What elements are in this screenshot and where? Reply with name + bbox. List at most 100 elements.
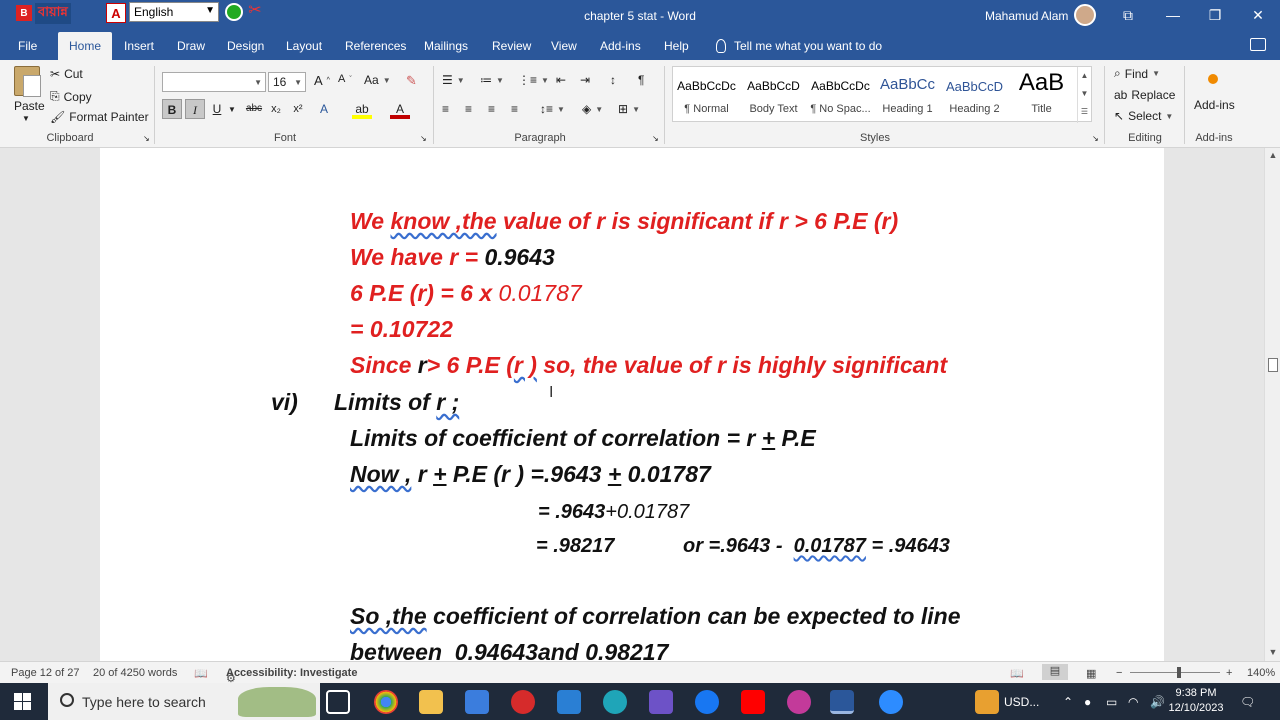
style-body-text[interactable]: AaBbCcD Body Text: [740, 67, 807, 123]
notifications-icon[interactable]: 🗨: [1240, 695, 1255, 709]
tab-design[interactable]: Design: [221, 32, 270, 60]
font-color-icon[interactable]: A: [390, 99, 410, 119]
edge-icon[interactable]: [603, 690, 627, 714]
paste-button[interactable]: Paste: [14, 99, 45, 113]
copy-button[interactable]: ⎘ Copy: [50, 89, 92, 104]
zoom-icon[interactable]: [879, 690, 903, 714]
battery-icon[interactable]: ▭: [1106, 695, 1117, 709]
page-count[interactable]: Page 12 of 27: [11, 667, 80, 679]
wifi-icon[interactable]: ◠: [1128, 695, 1138, 709]
sort-icon[interactable]: ↕: [610, 73, 616, 87]
ribbon-display-options-icon[interactable]: ⧉: [1118, 6, 1138, 24]
numbering-icon[interactable]: ≔ ▼: [480, 73, 504, 87]
zoom-out-icon[interactable]: −: [1116, 667, 1122, 679]
align-left-icon[interactable]: ≡: [442, 102, 449, 116]
align-right-icon[interactable]: ≡: [488, 102, 495, 116]
tell-me-search[interactable]: Tell me what you want to do: [716, 39, 882, 53]
web-layout-icon[interactable]: ▦: [1086, 667, 1096, 680]
tab-review[interactable]: Review: [486, 32, 537, 60]
underline-dropdown-icon[interactable]: ▼: [228, 105, 236, 114]
show-formatting-marks-icon[interactable]: ¶: [638, 73, 644, 87]
subscript-icon[interactable]: x₂: [266, 99, 286, 119]
zoom-in-icon[interactable]: +: [1226, 667, 1232, 679]
tray-chevron-icon[interactable]: ⌃: [1063, 695, 1073, 709]
minimize-button[interactable]: —: [1163, 6, 1183, 24]
replace-button[interactable]: ab Replace: [1114, 88, 1175, 102]
read-mode-icon[interactable]: 📖: [1010, 667, 1024, 680]
avatar[interactable]: [1074, 4, 1096, 26]
document-page[interactable]: We know ,the value of r is significant i…: [100, 148, 1164, 661]
vertical-scrollbar[interactable]: ▲ ▼: [1264, 148, 1280, 661]
styles-launcher-icon[interactable]: ↘: [1092, 134, 1099, 143]
clipboard-launcher-icon[interactable]: ↘: [143, 134, 150, 143]
decrease-indent-icon[interactable]: ⇤: [556, 73, 566, 87]
volume-icon[interactable]: 🔊: [1150, 695, 1165, 709]
format-painter-button[interactable]: 🖌 Format Painter: [50, 110, 149, 124]
zoom-slider[interactable]: [1130, 672, 1220, 673]
maximize-button[interactable]: ❐: [1205, 6, 1225, 24]
superscript-icon[interactable]: x²: [288, 99, 308, 119]
taskbar-search[interactable]: Type here to search: [48, 683, 320, 720]
opera-icon[interactable]: [511, 690, 535, 714]
proofing-icon[interactable]: 📖: [194, 667, 208, 680]
store-icon[interactable]: [465, 690, 489, 714]
zoom-slider-thumb[interactable]: [1177, 667, 1181, 678]
scroll-down-icon[interactable]: ▼: [1267, 647, 1279, 659]
chrome-profile-icon[interactable]: [787, 690, 811, 714]
bold-icon[interactable]: B: [162, 99, 182, 119]
youtube-icon[interactable]: [741, 690, 765, 714]
find-button[interactable]: ⌕ Find ▼: [1114, 66, 1160, 81]
tab-mailings[interactable]: Mailings: [418, 32, 474, 60]
grow-font-icon[interactable]: A ^: [314, 73, 330, 88]
facebook-icon[interactable]: [695, 690, 719, 714]
italic-icon[interactable]: I: [185, 99, 205, 119]
highlight-icon[interactable]: ab: [352, 99, 372, 119]
paragraph-launcher-icon[interactable]: ↘: [652, 134, 659, 143]
chrome-icon[interactable]: [374, 690, 398, 714]
windows-start-icon[interactable]: [14, 693, 31, 710]
line-spacing-icon[interactable]: ↕≡ ▼: [540, 102, 565, 116]
app-icon[interactable]: [649, 690, 673, 714]
comments-icon[interactable]: [1250, 38, 1266, 51]
tab-add-ins[interactable]: Add-ins: [594, 32, 647, 60]
mail-icon[interactable]: [557, 690, 581, 714]
change-case-icon[interactable]: Aa ▼: [364, 73, 391, 87]
user-name[interactable]: Mahamud Alam: [985, 9, 1068, 23]
shading-icon[interactable]: ◈ ▼: [582, 102, 603, 116]
clear-formatting-icon[interactable]: ✎: [406, 73, 417, 89]
style-no-spacing[interactable]: AaBbCcDc ¶ No Spac...: [807, 67, 874, 123]
system-clock[interactable]: 9:38 PM 12/10/2023: [1168, 686, 1224, 716]
task-view-icon[interactable]: [326, 690, 350, 714]
bullets-icon[interactable]: ☰ ▼: [442, 73, 465, 87]
add-ins-icon[interactable]: [1208, 74, 1218, 84]
style-title[interactable]: AaB Title: [1008, 67, 1075, 123]
tray-app-icon[interactable]: ●: [1084, 695, 1091, 709]
paste-dropdown-icon[interactable]: ▼: [22, 114, 30, 123]
tab-file[interactable]: File: [12, 32, 43, 60]
file-explorer-icon[interactable]: [419, 690, 443, 714]
tab-references[interactable]: References: [339, 32, 412, 60]
tab-help[interactable]: Help: [658, 32, 695, 60]
accessibility-status[interactable]: ⚙ Accessibility: Investigate: [226, 667, 357, 685]
justify-icon[interactable]: ≡: [511, 102, 518, 116]
tab-draw[interactable]: Draw: [171, 32, 211, 60]
increase-indent-icon[interactable]: ⇥: [580, 73, 590, 87]
print-layout-icon[interactable]: ▤: [1042, 664, 1068, 680]
scroll-up-icon[interactable]: ▲: [1267, 150, 1279, 162]
tab-layout[interactable]: Layout: [280, 32, 328, 60]
tab-view[interactable]: View: [545, 32, 583, 60]
font-size-select[interactable]: 16 ▼: [268, 72, 306, 92]
style-normal[interactable]: AaBbCcDc ¶ Normal: [673, 67, 740, 123]
select-button[interactable]: ↖ Select ▼: [1114, 109, 1173, 123]
strikethrough-icon[interactable]: abc: [244, 99, 264, 119]
cut-button[interactable]: ✂ Cut: [50, 67, 83, 81]
tab-insert[interactable]: Insert: [118, 32, 160, 60]
add-ins-button[interactable]: Add-ins: [1194, 98, 1235, 112]
tab-home[interactable]: Home: [58, 32, 112, 60]
currency-widget[interactable]: USD...: [1004, 695, 1039, 709]
font-name-select[interactable]: ▼: [162, 72, 266, 92]
borders-icon[interactable]: ⊞ ▼: [618, 102, 640, 116]
style-heading-2[interactable]: AaBbCcD Heading 2: [941, 67, 1008, 123]
multilevel-list-icon[interactable]: ⋮≡ ▼: [518, 73, 549, 87]
style-heading-1[interactable]: AaBbCc Heading 1: [874, 67, 941, 123]
